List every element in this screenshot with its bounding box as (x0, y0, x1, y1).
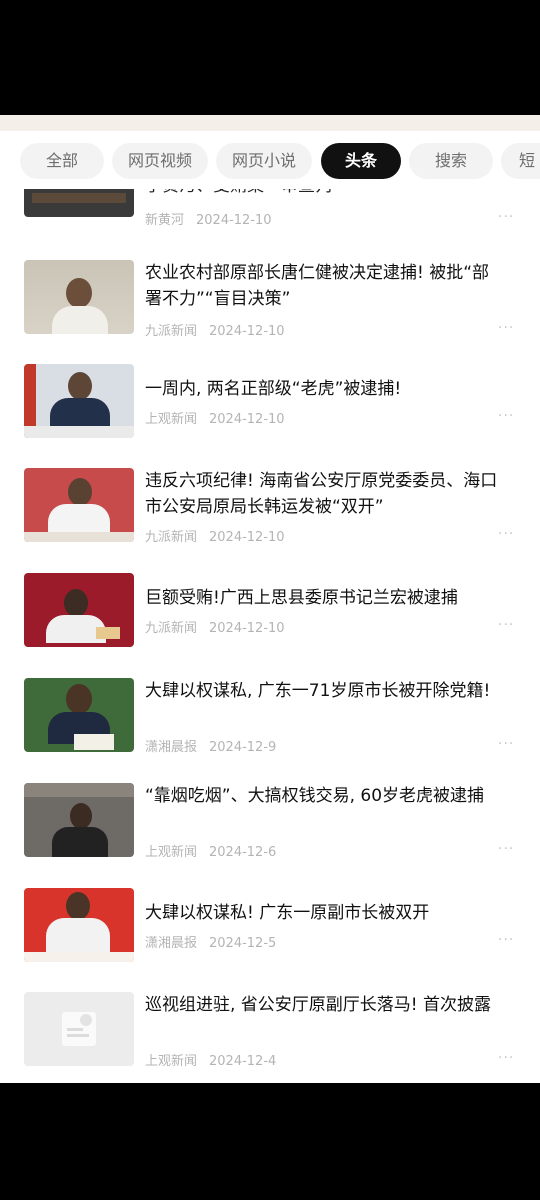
image-placeholder-icon (62, 1012, 96, 1046)
news-date: 2024-12-10 (209, 621, 285, 636)
news-thumbnail (24, 888, 134, 962)
news-meta: 潇湘晨报 2024-12-5 (145, 932, 276, 951)
news-source: 九派新闻 (145, 621, 198, 636)
more-options-icon[interactable]: ··· (498, 841, 514, 857)
news-meta: 上观新闻 2024-12-10 (145, 408, 285, 427)
news-title: 大肆以权谋私, 广东一71岁原市长被开除党籍! (145, 681, 491, 701)
tab-web-video[interactable]: 网页视频 (112, 143, 208, 179)
more-options-icon[interactable]: ··· (498, 209, 514, 225)
news-source: 上观新闻 (145, 1054, 198, 1069)
list-item[interactable]: 一周内, 两名正部级“老虎”被逮捕! 上观新闻 2024-12-10 ··· (0, 364, 540, 444)
news-title: 大肆以权谋私! 广东一原副市长被双开 (145, 903, 430, 923)
news-thumbnail (24, 573, 134, 647)
news-thumbnail (24, 364, 134, 438)
news-date: 2024-12-4 (209, 1054, 277, 1069)
news-meta: 潇湘晨报 2024-12-9 (145, 736, 276, 755)
list-item[interactable]: 巡视组进驻, 省公安厅原副厅长落马! 首次披露 上观新闻 2024-12-4 ··… (0, 992, 540, 1072)
more-options-icon[interactable]: ··· (498, 617, 514, 633)
tab-headlines[interactable]: 头条 (321, 143, 401, 179)
news-source: 上观新闻 (145, 412, 198, 427)
news-title: 违反六项纪律! 海南省公安厅原党委委员、海口市公安局原局长韩运发被“双开” (145, 471, 498, 517)
news-meta: 上观新闻 2024-12-4 (145, 1050, 276, 1069)
news-date: 2024-12-10 (196, 213, 272, 228)
news-thumbnail (24, 468, 134, 542)
news-date: 2024-12-6 (209, 845, 277, 860)
news-source: 九派新闻 (145, 324, 198, 339)
tab-all[interactable]: 全部 (20, 143, 104, 179)
more-options-icon[interactable]: ··· (498, 320, 514, 336)
news-title: 巡视组进驻, 省公安厅原副厅长落马! 首次披露 (145, 995, 492, 1015)
more-options-icon[interactable]: ··· (498, 736, 514, 752)
list-item[interactable]: 农业农村部原部长唐仁健被决定逮捕! 被批“部署不力”“盲目决策” 九派新闻 202… (0, 260, 540, 340)
category-tabs: 全部 网页视频 网页小说 头条 搜索 短 (0, 139, 540, 183)
news-title: 巨额受贿!广西上思县委原书记兰宏被逮捕 (145, 588, 458, 608)
news-date: 2024-12-5 (209, 936, 277, 951)
more-options-icon[interactable]: ··· (498, 408, 514, 424)
news-title: 一周内, 两名正部级“老虎”被逮捕! (145, 379, 402, 399)
news-thumbnail-placeholder (24, 992, 134, 1066)
list-item[interactable]: “靠烟吃烟”、大搞权钱交易, 60岁老虎被逮捕 上观新闻 2024-12-6 ··… (0, 783, 540, 863)
news-thumbnail (24, 260, 134, 334)
news-screen: 了贪污、受贿案一审宣判 新黄河 2024-12-10 ··· 农业农村部原部长唐仁… (0, 115, 540, 1083)
list-item[interactable]: 了贪污、受贿案一审宣判 新黄河 2024-12-10 ··· (0, 183, 540, 233)
list-item[interactable]: 大肆以权谋私! 广东一原副市长被双开 潇湘晨报 2024-12-5 ··· (0, 888, 540, 968)
news-thumbnail (24, 678, 134, 752)
more-options-icon[interactable]: ··· (498, 1050, 514, 1066)
list-item[interactable]: 巨额受贿!广西上思县委原书记兰宏被逮捕 九派新闻 2024-12-10 ··· (0, 573, 540, 653)
news-meta: 九派新闻 2024-12-10 (145, 617, 285, 636)
news-source: 上观新闻 (145, 845, 198, 860)
news-source: 九派新闻 (145, 530, 198, 545)
news-meta: 新黄河 2024-12-10 (145, 209, 272, 228)
news-source: 潇湘晨报 (145, 936, 198, 951)
more-options-icon[interactable]: ··· (498, 932, 514, 948)
news-date: 2024-12-10 (209, 324, 285, 339)
news-meta: 九派新闻 2024-12-10 (145, 320, 285, 339)
tab-short[interactable]: 短 (501, 143, 540, 179)
tab-search[interactable]: 搜索 (409, 143, 493, 179)
news-date: 2024-12-10 (209, 412, 285, 427)
news-title: “靠烟吃烟”、大搞权钱交易, 60岁老虎被逮捕 (145, 786, 485, 806)
news-thumbnail (24, 783, 134, 857)
news-list: 了贪污、受贿案一审宣判 新黄河 2024-12-10 ··· 农业农村部原部长唐仁… (0, 115, 540, 1083)
news-meta: 上观新闻 2024-12-6 (145, 841, 276, 860)
list-item[interactable]: 违反六项纪律! 海南省公安厅原党委委员、海口市公安局原局长韩运发被“双开” 九派… (0, 468, 540, 548)
news-source: 潇湘晨报 (145, 740, 198, 755)
tab-web-novel[interactable]: 网页小说 (216, 143, 312, 179)
more-options-icon[interactable]: ··· (498, 526, 514, 542)
list-item[interactable]: 大肆以权谋私, 广东一71岁原市长被开除党籍! 潇湘晨报 2024-12-9 ··… (0, 678, 540, 758)
news-date: 2024-12-9 (209, 740, 277, 755)
news-date: 2024-12-10 (209, 530, 285, 545)
news-title: 农业农村部原部长唐仁健被决定逮捕! 被批“部署不力”“盲目决策” (145, 263, 490, 309)
news-source: 新黄河 (145, 213, 185, 228)
news-meta: 九派新闻 2024-12-10 (145, 526, 285, 545)
